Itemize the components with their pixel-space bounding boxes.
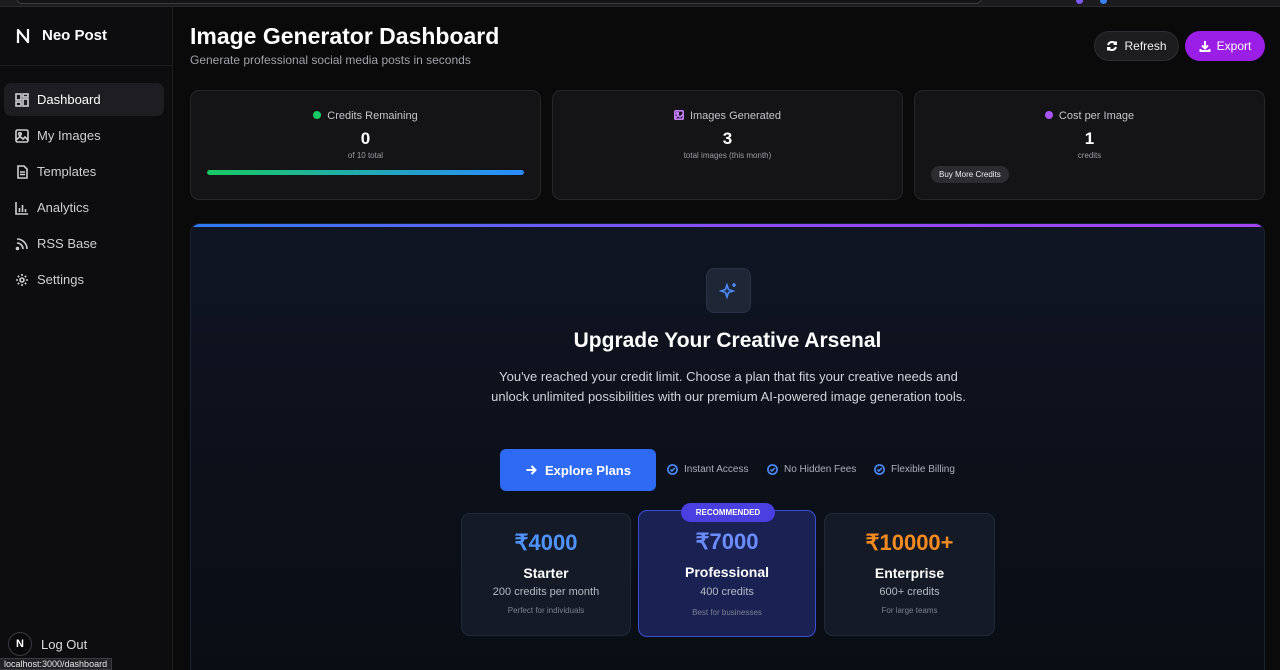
sparkles-badge <box>706 268 751 313</box>
plan-name: Enterprise <box>874 565 945 581</box>
purple-dot-icon <box>1044 111 1053 119</box>
images-generated-card: Images Generated 3 total images (this mo… <box>552 90 903 200</box>
sidebar-item-rss-base[interactable]: RSS Base <box>4 227 164 260</box>
feature-instant-access: Instant Access <box>667 464 748 475</box>
cost-per-image-card: Cost per Image 1 credits Buy More Credit… <box>914 90 1265 200</box>
buy-more-credits-button[interactable]: Buy More Credits <box>931 166 1009 183</box>
address-bar[interactable] <box>16 0 982 4</box>
divider <box>0 65 172 66</box>
sidebar-item-label: Analytics <box>37 200 90 215</box>
document-icon <box>17 164 28 179</box>
rss-icon <box>15 237 28 250</box>
extension-icon[interactable] <box>1100 0 1107 4</box>
stat-value: 3 <box>722 129 733 148</box>
dashboard-grid-icon <box>15 92 29 107</box>
plan-note: Perfect for individuals <box>507 606 585 615</box>
arrow-right-icon <box>526 465 537 475</box>
refresh-icon <box>1107 41 1118 51</box>
stat-value: 0 <box>360 129 371 148</box>
feature-label: No Hidden Fees <box>784 464 857 475</box>
sidebar-item-my-images[interactable]: My Images <box>4 119 164 152</box>
brand[interactable]: Neo Post <box>16 27 107 44</box>
refresh-label: Refresh <box>1124 39 1167 53</box>
brand-name: Neo Post <box>42 27 108 44</box>
plan-card-professional[interactable]: ₹7000 Professional 400 credits Best for … <box>638 510 816 637</box>
logout-label: Log Out <box>41 636 88 652</box>
recommended-badge: RECOMMENDED <box>681 503 775 522</box>
sidebar-item-settings[interactable]: Settings <box>4 263 164 296</box>
download-icon <box>1199 41 1211 52</box>
plan-card-starter[interactable]: ₹4000 Starter 200 credits per month Perf… <box>461 513 631 636</box>
stat-value: 1 <box>1084 129 1095 148</box>
export-label: Export <box>1216 39 1252 53</box>
plan-credits: 400 credits <box>700 586 754 598</box>
stat-label: Images Generated <box>553 110 902 122</box>
bar-chart-icon <box>15 201 28 215</box>
avatar: N <box>8 632 32 656</box>
sidebar-item-label: Templates <box>37 164 97 179</box>
sidebar-item-templates[interactable]: Templates <box>4 155 164 188</box>
feature-label: Instant Access <box>684 464 749 475</box>
sidebar: Neo Post Dashboard My Images Templates A… <box>0 7 173 670</box>
plan-name: Professional <box>684 564 770 580</box>
sparkles-icon <box>718 281 736 300</box>
refresh-button[interactable]: Refresh <box>1094 31 1179 61</box>
stat-label-text: Cost per Image <box>1058 110 1135 122</box>
sidebar-item-analytics[interactable]: Analytics <box>4 191 164 224</box>
sidebar-nav: Dashboard My Images Templates Analytics … <box>4 83 164 299</box>
page-title: Image Generator Dashboard <box>190 23 500 49</box>
explore-plans-label: Explore Plans <box>545 462 631 478</box>
plan-credits: 200 credits per month <box>492 586 600 598</box>
credits-progress-bar <box>207 170 524 175</box>
sidebar-item-label: My Images <box>37 128 101 143</box>
export-button[interactable]: Export <box>1185 31 1265 61</box>
progress-fill <box>207 170 524 175</box>
logout-button[interactable]: N Log Out <box>8 632 87 656</box>
feature-label: Flexible Billing <box>891 464 955 475</box>
stat-label: Cost per Image <box>915 110 1264 122</box>
explore-plans-button[interactable]: Explore Plans <box>500 449 656 491</box>
plan-credits: 600+ credits <box>879 586 940 598</box>
gear-icon <box>16 273 28 286</box>
gradient-accent-line <box>191 224 1264 227</box>
feature-flexible-billing: Flexible Billing <box>874 464 955 475</box>
image-icon <box>15 128 29 143</box>
plan-price: ₹4000 <box>514 530 578 555</box>
stat-label-text: Credits Remaining <box>327 110 418 122</box>
stat-label: Credits Remaining <box>191 110 540 122</box>
plan-name: Starter <box>523 565 569 581</box>
sidebar-item-label: Settings <box>37 272 84 287</box>
page-subtitle: Generate professional social media posts… <box>190 53 471 67</box>
extension-icon[interactable] <box>1076 0 1083 4</box>
stat-sub: credits <box>1077 151 1102 160</box>
sidebar-item-label: RSS Base <box>37 236 97 251</box>
browser-top-bar <box>0 0 1280 7</box>
plan-note: For large teams <box>881 606 938 615</box>
green-dot-icon <box>313 111 322 119</box>
plan-note: Best for businesses <box>692 608 762 617</box>
image-icon <box>673 110 684 120</box>
plan-price: ₹10000+ <box>865 530 954 555</box>
sidebar-item-dashboard[interactable]: Dashboard <box>4 83 164 116</box>
app-root: Neo Post Dashboard My Images Templates A… <box>0 0 1280 670</box>
feature-no-hidden-fees: No Hidden Fees <box>767 464 856 475</box>
stat-label-text: Images Generated <box>689 110 782 122</box>
plan-card-enterprise[interactable]: ₹10000+ Enterprise 600+ credits For larg… <box>824 513 995 636</box>
plan-price: ₹7000 <box>695 529 759 554</box>
credits-remaining-card: Credits Remaining 0 of 10 total <box>190 90 541 200</box>
neo-post-logo-icon <box>16 28 30 43</box>
upgrade-title: Upgrade Your Creative Arsenal <box>573 329 882 352</box>
stat-sub: of 10 total <box>347 151 384 160</box>
status-bar-url: localhost:3000/dashboard <box>0 658 113 670</box>
upgrade-description: You've reached your credit limit. Choose… <box>491 369 966 404</box>
sidebar-item-label: Dashboard <box>37 92 101 107</box>
upgrade-panel: Upgrade Your Creative Arsenal You've rea… <box>190 223 1265 670</box>
check-circle-icon <box>767 464 778 475</box>
check-circle-icon <box>874 464 885 475</box>
stat-sub: total images (this month) <box>683 151 772 160</box>
check-circle-icon <box>667 464 678 475</box>
